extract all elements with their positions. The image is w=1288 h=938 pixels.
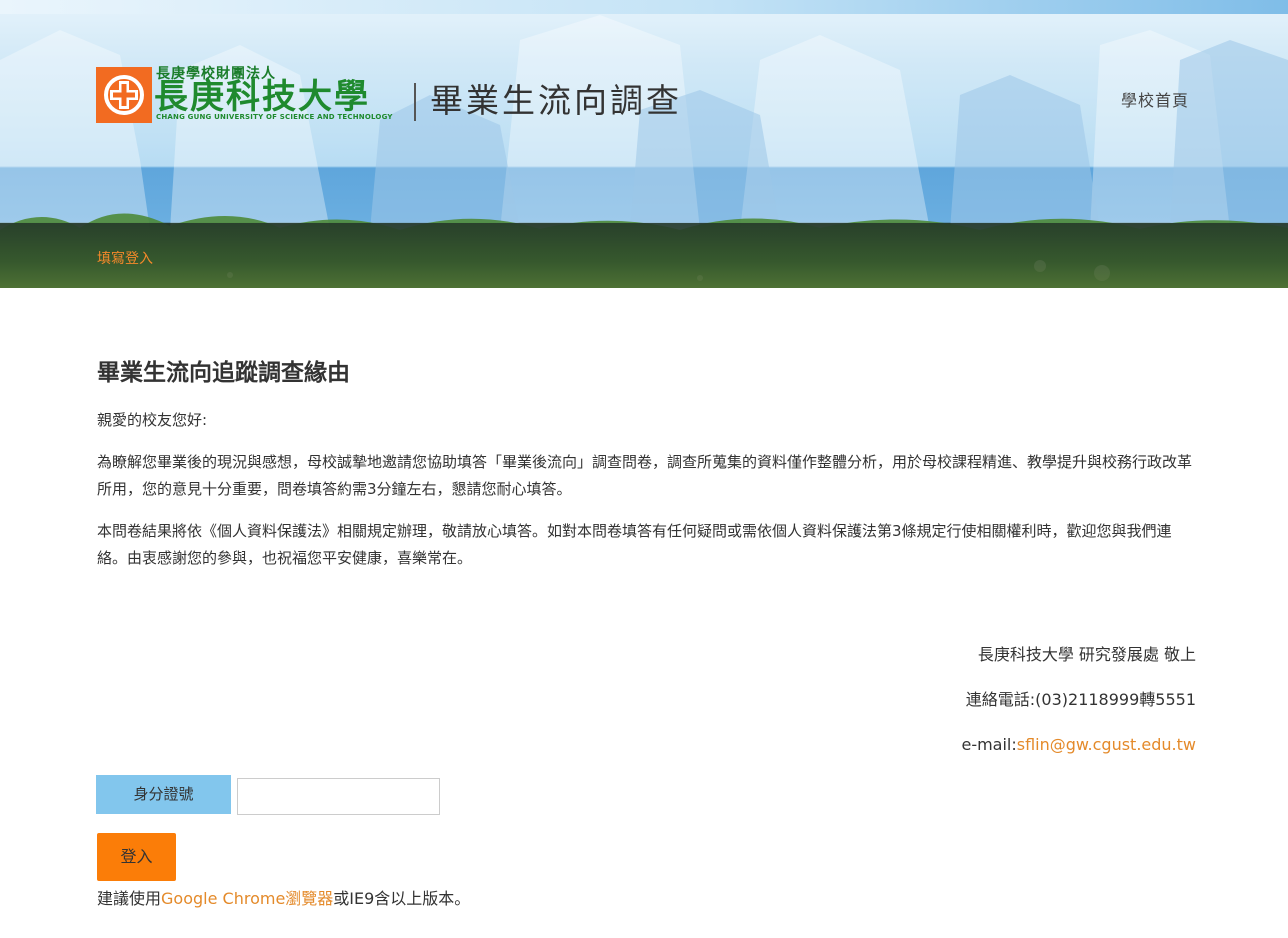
greeting-text: 親愛的校友您好: bbox=[97, 411, 208, 429]
university-logo[interactable]: 長庚學校財團法人 長庚科技大學 CHANG GUNG UNIVERSITY OF… bbox=[96, 65, 716, 123]
browser-note-prefix: 建議使用 bbox=[97, 889, 162, 908]
header-banner bbox=[0, 0, 1288, 288]
email-link[interactable]: sflin@gw.cgust.edu.tw bbox=[1017, 735, 1196, 754]
breadcrumb-current: 填寫登入 bbox=[97, 251, 153, 267]
logo-university-name-en: CHANG GUNG UNIVERSITY OF SCIENCE AND TEC… bbox=[156, 113, 393, 121]
email-label: e-mail: bbox=[961, 735, 1017, 754]
privacy-paragraph: 本問卷結果將依《個人資料保護法》相關規定辦理，敬請放心填答。如對本問卷填答有任何… bbox=[97, 522, 1172, 567]
signature-email-row: e-mail:sflin@gw.cgust.edu.tw bbox=[961, 734, 1196, 756]
breadcrumb: 填寫登入 bbox=[97, 248, 153, 268]
intro-paragraph: 為瞭解您畢業後的現況與感想，母校誠摯地邀請您協助填答「畢業後流向」調查問卷，調查… bbox=[97, 453, 1193, 498]
id-number-label: 身分證號 bbox=[96, 775, 231, 814]
signature-sender: 長庚科技大學 研究發展處 敬上 bbox=[977, 645, 1196, 664]
logo-university-name: 長庚科技大學 bbox=[154, 77, 370, 117]
login-button[interactable]: 登入 bbox=[97, 833, 176, 881]
logo-divider bbox=[414, 83, 416, 121]
signature-phone: 連絡電話:(03)2118999轉5551 bbox=[965, 690, 1196, 709]
signature-block: 長庚科技大學 研究發展處 敬上 連絡電話:(03)2118999轉5551 e-… bbox=[961, 644, 1196, 779]
page-heading: 畢業生流向追蹤調查緣由 bbox=[97, 360, 350, 386]
survey-title: 畢業生流向調查 bbox=[430, 81, 682, 120]
id-number-input[interactable] bbox=[237, 778, 440, 815]
browser-recommendation: 建議使用Google Chrome瀏覽器或IE9含以上版本。 bbox=[97, 885, 470, 909]
browser-note-suffix: 或IE9含以上版本。 bbox=[333, 889, 471, 908]
university-emblem-icon bbox=[96, 67, 152, 123]
main-content: 畢業生流向追蹤調查緣由 親愛的校友您好: 為瞭解您畢業後的現況與感想，母校誠摯地… bbox=[97, 355, 1197, 587]
school-home-link[interactable]: 學校首頁 bbox=[1121, 87, 1189, 111]
browser-note-browser: Google Chrome瀏覽器 bbox=[161, 889, 334, 908]
nav-bar bbox=[0, 223, 1288, 288]
